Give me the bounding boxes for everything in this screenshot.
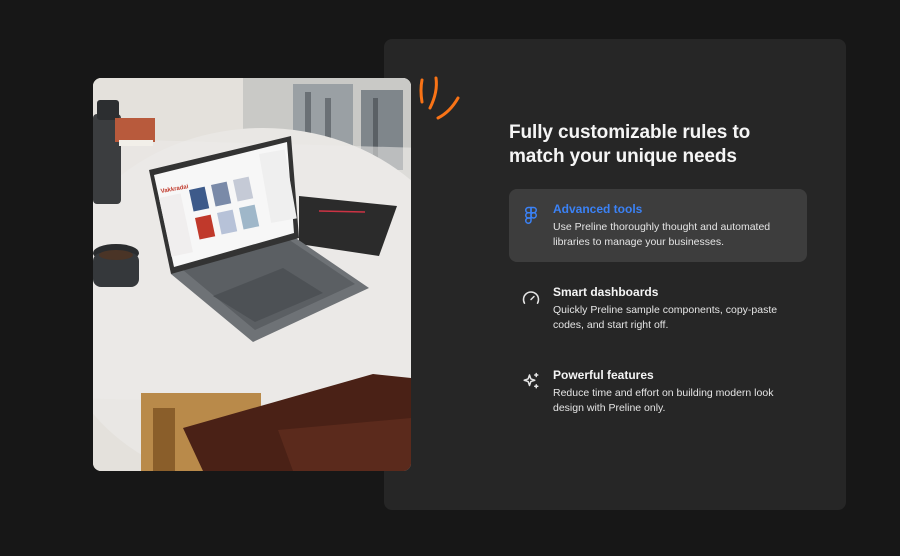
feature-description: Quickly Preline sample components, copy-…	[553, 304, 778, 331]
figma-icon	[522, 206, 540, 224]
sparkles-icon	[522, 372, 540, 390]
feature-advanced-tools[interactable]: Advanced tools Use Preline thoroughly th…	[509, 189, 807, 262]
feature-description: Use Preline thoroughly thought and autom…	[553, 221, 771, 248]
gauge-icon	[522, 289, 540, 307]
feature-title: Powerful features	[553, 368, 654, 382]
feature-title: Smart dashboards	[553, 285, 659, 299]
feature-title: Advanced tools	[553, 202, 643, 216]
feature-powerful-features[interactable]: Powerful features Reduce time and effort…	[509, 355, 807, 428]
section-heading: Fully customizable rules to match your u…	[509, 122, 751, 167]
feature-description: Reduce time and effort on building moder…	[553, 387, 774, 414]
feature-smart-dashboards[interactable]: Smart dashboards Quickly Preline sample …	[509, 272, 807, 345]
accent-lines-icon	[419, 76, 460, 120]
laptop-photo: Vakkradai	[93, 78, 411, 471]
